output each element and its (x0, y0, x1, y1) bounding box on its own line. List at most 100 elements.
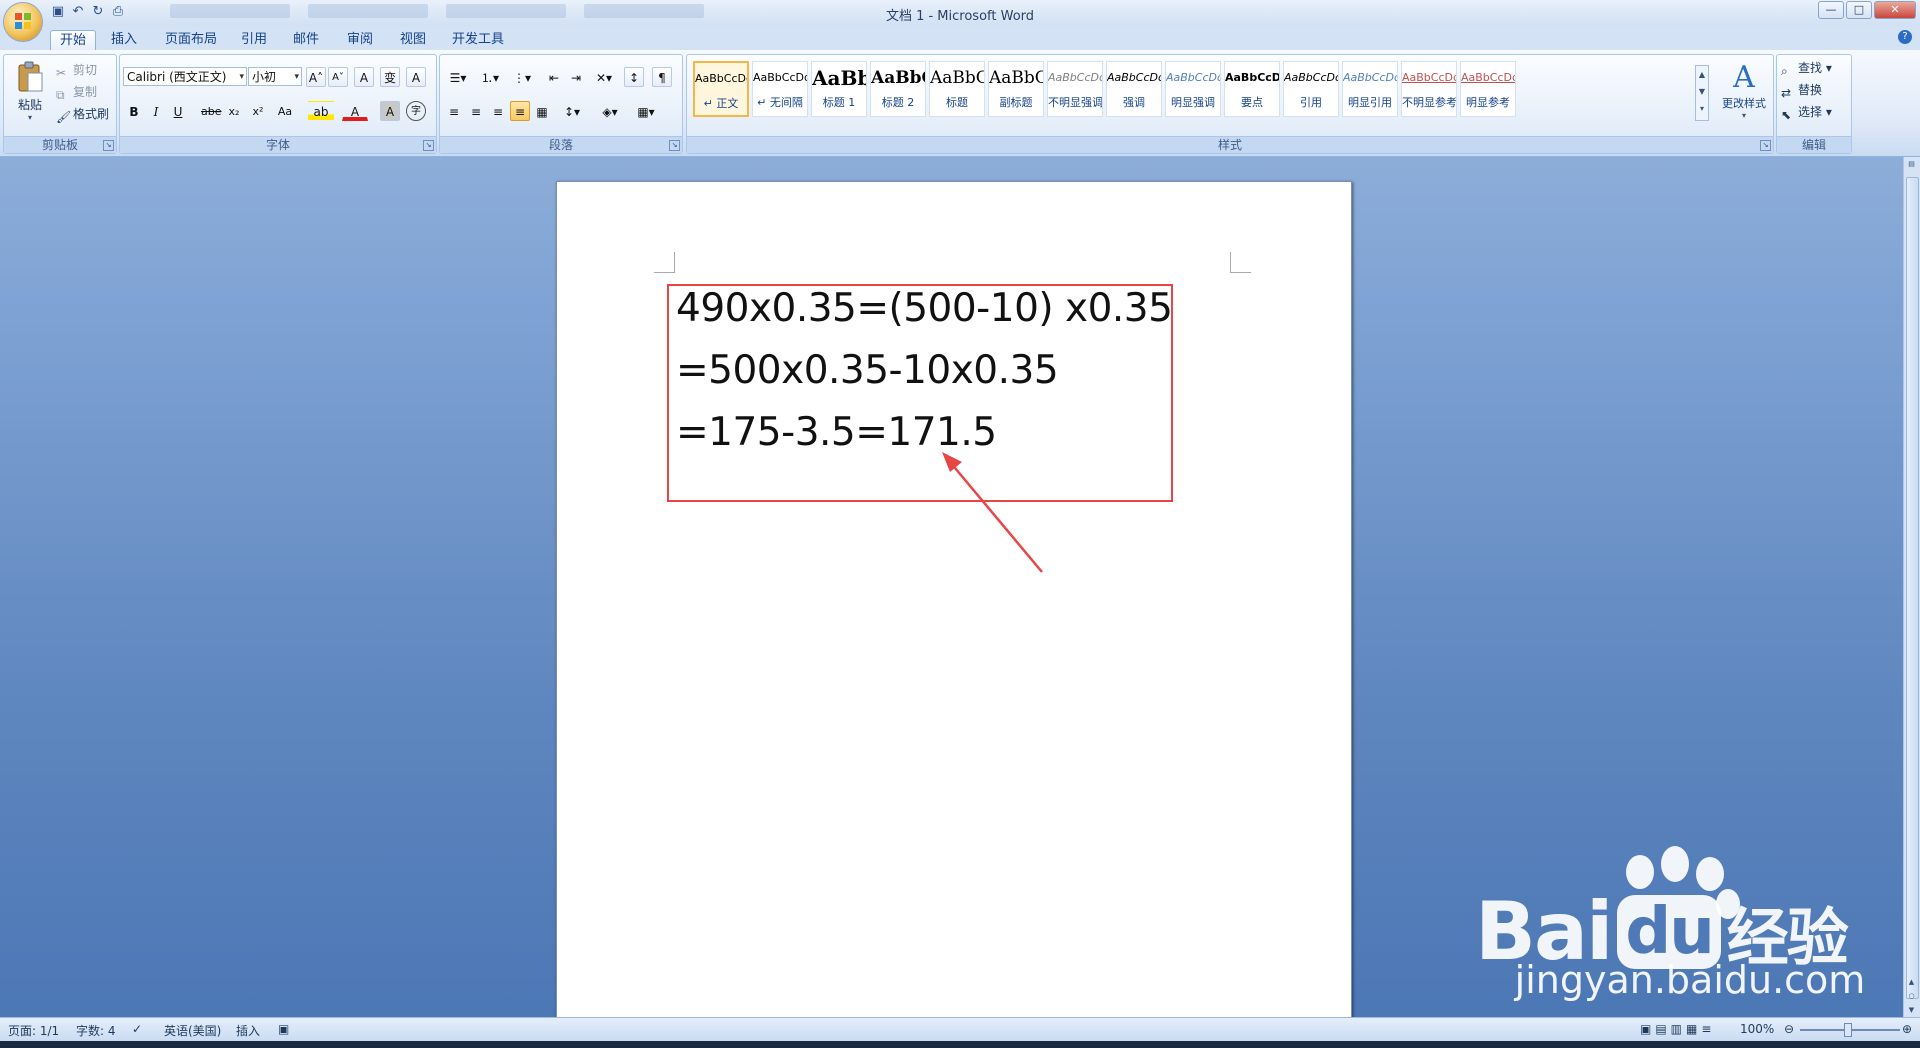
justify-icon[interactable]: ≡ (510, 101, 530, 121)
replace-button[interactable]: ⇄ 替换 (1781, 81, 1822, 100)
shrink-font-button[interactable]: A˅ (328, 67, 348, 87)
tab-mailings[interactable]: 邮件 (286, 30, 326, 50)
zoom-level[interactable]: 100% (1740, 1022, 1774, 1036)
style-tile[interactable]: AaBbCcDd 明显强调 (1165, 61, 1221, 117)
style-tile[interactable]: AaBbCcDd 不明显强调 (1047, 61, 1103, 117)
clear-format-icon: A (359, 71, 369, 85)
style-tile[interactable]: AaBbCcDd ↵ 无间隔 (752, 61, 808, 117)
align-left-icon[interactable]: ≡ (444, 101, 464, 121)
tab-page-layout[interactable]: 页面布局 (158, 30, 224, 50)
underline-button[interactable]: U (168, 101, 188, 121)
highlight-button[interactable]: ab (308, 101, 334, 121)
tab-home[interactable]: 开始 (50, 30, 96, 51)
gallery-more-icon[interactable]: ▾ (1696, 100, 1708, 117)
styles-group: AaBbCcDd ↵ 正文 AaBbCcDd ↵ 无间隔 AaBb 标题 1 AaBbC 标题… (686, 54, 1774, 154)
zoom-slider-thumb[interactable] (1844, 1023, 1852, 1037)
tab-references[interactable]: 引用 (234, 30, 274, 50)
style-tile[interactable]: AaBb 标题 1 (811, 61, 867, 117)
zoom-in-icon[interactable]: ⊕ (1902, 1022, 1912, 1036)
editing-group-label: 编辑 (1777, 136, 1851, 153)
chinese-layout-icon[interactable]: ✕▾ (590, 67, 618, 87)
find-button[interactable]: ⌕ 查找 ▾ (1781, 59, 1832, 78)
clipboard-dialog-launcher[interactable]: ↘ (103, 140, 114, 151)
page-count[interactable]: 页面: 1/1 (8, 1022, 59, 1039)
font-name-combo[interactable]: Calibri (西文正文) ▾ (123, 67, 247, 86)
clear-format-button[interactable]: A (354, 67, 374, 87)
sort-icon[interactable]: ↕ (624, 67, 644, 87)
enclose-char-button[interactable]: 字 (406, 101, 426, 121)
zoom-out-icon[interactable]: ⊖ (1784, 1022, 1794, 1036)
grow-font-button[interactable]: A˄ (306, 67, 326, 87)
phonetic-guide-button[interactable]: 变 (380, 67, 400, 87)
minimize-button[interactable]: — (1818, 1, 1844, 19)
align-center-icon[interactable]: ≡ (466, 101, 486, 121)
char-border-button[interactable]: A (406, 67, 426, 87)
macro-icon[interactable]: ▣ (278, 1022, 289, 1036)
language-status[interactable]: 英语(美国) (164, 1022, 221, 1039)
change-case-button[interactable]: Aa (272, 101, 298, 121)
help-icon[interactable]: ? (1898, 30, 1912, 44)
office-button[interactable] (4, 3, 42, 41)
borders-icon[interactable]: ▦▾ (632, 101, 660, 121)
view-buttons[interactable]: ▣▤▥▦≡ (1640, 1022, 1715, 1036)
tab-review[interactable]: 审阅 (340, 30, 380, 50)
phonetic-guide-icon: 变 (383, 71, 396, 85)
change-styles-button[interactable]: A 更改样式 ▾ (1717, 61, 1771, 121)
style-tile[interactable]: AaBbC 标题 2 (870, 61, 926, 117)
increase-indent-icon[interactable]: ⇥ (566, 67, 586, 87)
tab-insert[interactable]: 插入 (104, 30, 144, 50)
paste-dropdown-icon[interactable]: ▾ (10, 113, 50, 122)
strikethrough-button[interactable]: abe (200, 101, 222, 121)
distributed-icon[interactable]: ▦ (532, 101, 552, 121)
font-size-combo[interactable]: 小初 ▾ (248, 67, 302, 86)
italic-button[interactable]: I (146, 101, 166, 121)
equation-line-2: =500x0.35-10x0.35 (676, 348, 1059, 393)
numbering-icon[interactable]: ⒈▾ (476, 67, 504, 87)
copy-icon: ⧉ (56, 87, 65, 102)
tab-developer[interactable]: 开发工具 (447, 30, 509, 50)
paragraph-dialog-launcher[interactable]: ↘ (669, 140, 680, 151)
bullets-icon[interactable]: ☰▾ (444, 67, 472, 87)
font-color-button[interactable]: A (342, 101, 368, 121)
multilevel-list-icon[interactable]: ⋮▾ (508, 67, 536, 87)
close-button[interactable]: ✕ (1874, 1, 1916, 19)
insert-mode[interactable]: 插入 (236, 1022, 260, 1039)
proofing-icon[interactable]: ✓ (132, 1022, 142, 1036)
gallery-scroll[interactable]: ▲ ▼ ▾ (1695, 65, 1709, 121)
window-controls: — □ ✕ (1818, 1, 1916, 19)
style-tile[interactable]: AaBbC 标题 (929, 61, 985, 117)
font-dialog-launcher[interactable]: ↘ (423, 140, 434, 151)
style-tile[interactable]: AaBbCcDd 强调 (1106, 61, 1162, 117)
style-tile[interactable]: AaBbCcDd 不明显参考 (1401, 61, 1457, 117)
cut-button[interactable]: ✂ 剪切 (56, 61, 97, 80)
format-painter-button[interactable]: 🖌 格式刷 (56, 105, 109, 124)
style-tile[interactable]: AaBbCcDd 引用 (1283, 61, 1339, 117)
show-marks-icon[interactable]: ¶ (652, 67, 672, 87)
style-name: 标题 (946, 96, 968, 109)
ruler-toggle-icon[interactable]: ▤ (1906, 159, 1917, 170)
style-tile[interactable]: AaBbCcDd 要点 (1224, 61, 1280, 117)
tab-view[interactable]: 视图 (393, 30, 433, 50)
styles-dialog-launcher[interactable]: ↘ (1760, 140, 1771, 151)
gallery-down-icon[interactable]: ▼ (1696, 83, 1708, 100)
style-tile[interactable]: AaBbCcDd 明显参考 (1460, 61, 1516, 117)
select-button[interactable]: ⬉ 选择 ▾ (1781, 103, 1832, 122)
gallery-up-icon[interactable]: ▲ (1696, 66, 1708, 83)
subscript-button[interactable]: x₂ (224, 101, 244, 121)
copy-button[interactable]: ⧉ 复制 (56, 83, 97, 102)
paste-button[interactable]: 粘贴 ▾ (10, 61, 50, 122)
crop-mark (1230, 252, 1251, 273)
paragraph-group-label: 段落 (440, 136, 682, 153)
style-tile[interactable]: AaBbCcDd 明显引用 (1342, 61, 1398, 117)
decrease-indent-icon[interactable]: ⇤ (544, 67, 564, 87)
bold-button[interactable]: B (124, 101, 144, 121)
shading-icon[interactable]: ◈▾ (596, 101, 624, 121)
align-right-icon[interactable]: ≡ (488, 101, 508, 121)
style-tile[interactable]: AaBbCcDd ↵ 正文 (693, 61, 749, 117)
style-tile[interactable]: AaBbC 副标题 (988, 61, 1044, 117)
char-shading-button[interactable]: A (380, 101, 400, 121)
superscript-button[interactable]: x² (248, 101, 268, 121)
maximize-button[interactable]: □ (1846, 1, 1872, 19)
word-count[interactable]: 字数: 4 (76, 1022, 116, 1039)
line-spacing-icon[interactable]: ↕▾ (558, 101, 586, 121)
